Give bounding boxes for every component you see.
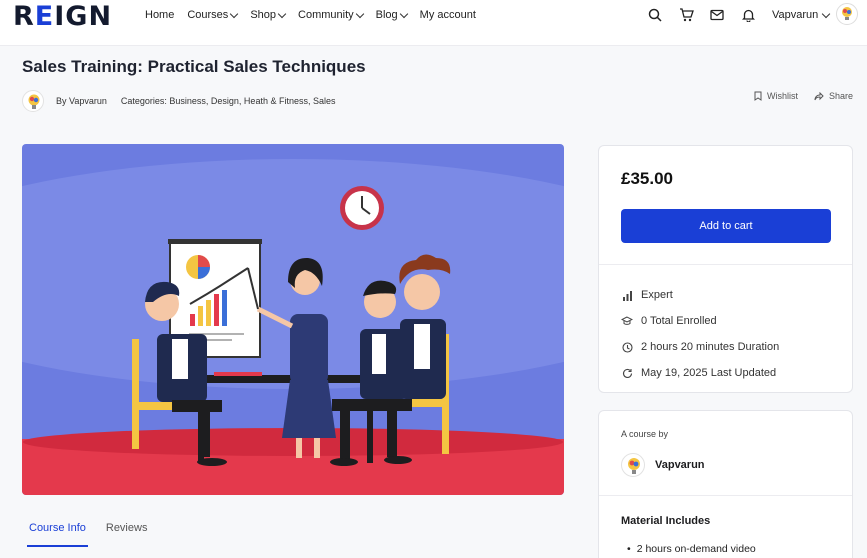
wishlist-button[interactable]: Wishlist [754,91,798,101]
chevron-down-icon [277,9,287,18]
divider [599,495,852,496]
stat-duration: 2 hours 20 minutes Duration [621,334,779,360]
add-to-cart-button[interactable]: Add to cart [621,209,831,243]
refresh-icon [621,367,633,379]
clock-icon [621,341,633,353]
cart-icon[interactable] [678,7,694,23]
author-link[interactable]: Vapvarun [621,453,705,477]
course-meta: By Vapvarun Categories: Business, Design… [22,90,335,112]
share-icon [814,91,824,100]
price-card: £35.00 Add to cart Expert 0 Total Enroll… [598,145,853,393]
bookmark-icon [754,91,762,101]
author-card: A course by Vapvarun Material Includes 2… [598,410,853,558]
course-tabs: Course Info Reviews [27,522,148,547]
course-categories: Categories: Business, Design, Heath & Fi… [120,96,336,106]
nav-my-account[interactable]: My account [420,9,476,21]
chevron-down-icon [355,9,364,18]
stat-updated: May 19, 2025 Last Updated [621,360,779,386]
avatar[interactable] [22,90,44,112]
nav-blog[interactable]: Blog [376,9,408,21]
avatar [621,453,645,477]
graduation-cap-icon [621,315,633,327]
site-header: REIGN Home Courses Shop Community Blog M… [0,0,867,46]
bell-icon[interactable] [740,7,756,23]
chevron-down-icon [822,9,831,18]
stat-enrolled: 0 Total Enrolled [621,308,779,334]
level-icon [621,289,633,301]
divider [599,264,852,265]
nav-shop[interactable]: Shop [250,9,287,21]
tab-reviews[interactable]: Reviews [106,522,148,534]
course-actions: Wishlist Share [754,91,853,101]
header-icons [647,7,756,23]
main-nav: Home Courses Shop Community Blog My acco… [145,9,489,21]
course-hero-image [22,144,564,495]
nav-community[interactable]: Community [298,9,364,21]
user-menu[interactable]: Vapvarun [772,9,831,21]
course-stats: Expert 0 Total Enrolled 2 hours 20 minut… [621,282,779,386]
material-includes-title: Material Includes [621,515,711,527]
chevron-down-icon [399,9,408,18]
search-icon[interactable] [647,7,663,23]
material-item: 2 hours on-demand video [627,543,756,555]
avatar[interactable] [836,3,858,25]
share-button[interactable]: Share [814,91,853,101]
stat-level: Expert [621,282,779,308]
nav-home[interactable]: Home [145,9,174,21]
nav-courses[interactable]: Courses [187,9,239,21]
course-author[interactable]: By Vapvarun [56,96,107,106]
author-card-label: A course by [621,429,669,439]
course-price: £35.00 [621,169,673,188]
mail-icon[interactable] [709,7,725,23]
page-title: Sales Training: Practical Sales Techniqu… [22,57,366,76]
author-name: Vapvarun [655,459,705,471]
site-logo[interactable]: REIGN [13,1,112,32]
chevron-down-icon [230,9,239,18]
tab-course-info[interactable]: Course Info [27,522,88,547]
